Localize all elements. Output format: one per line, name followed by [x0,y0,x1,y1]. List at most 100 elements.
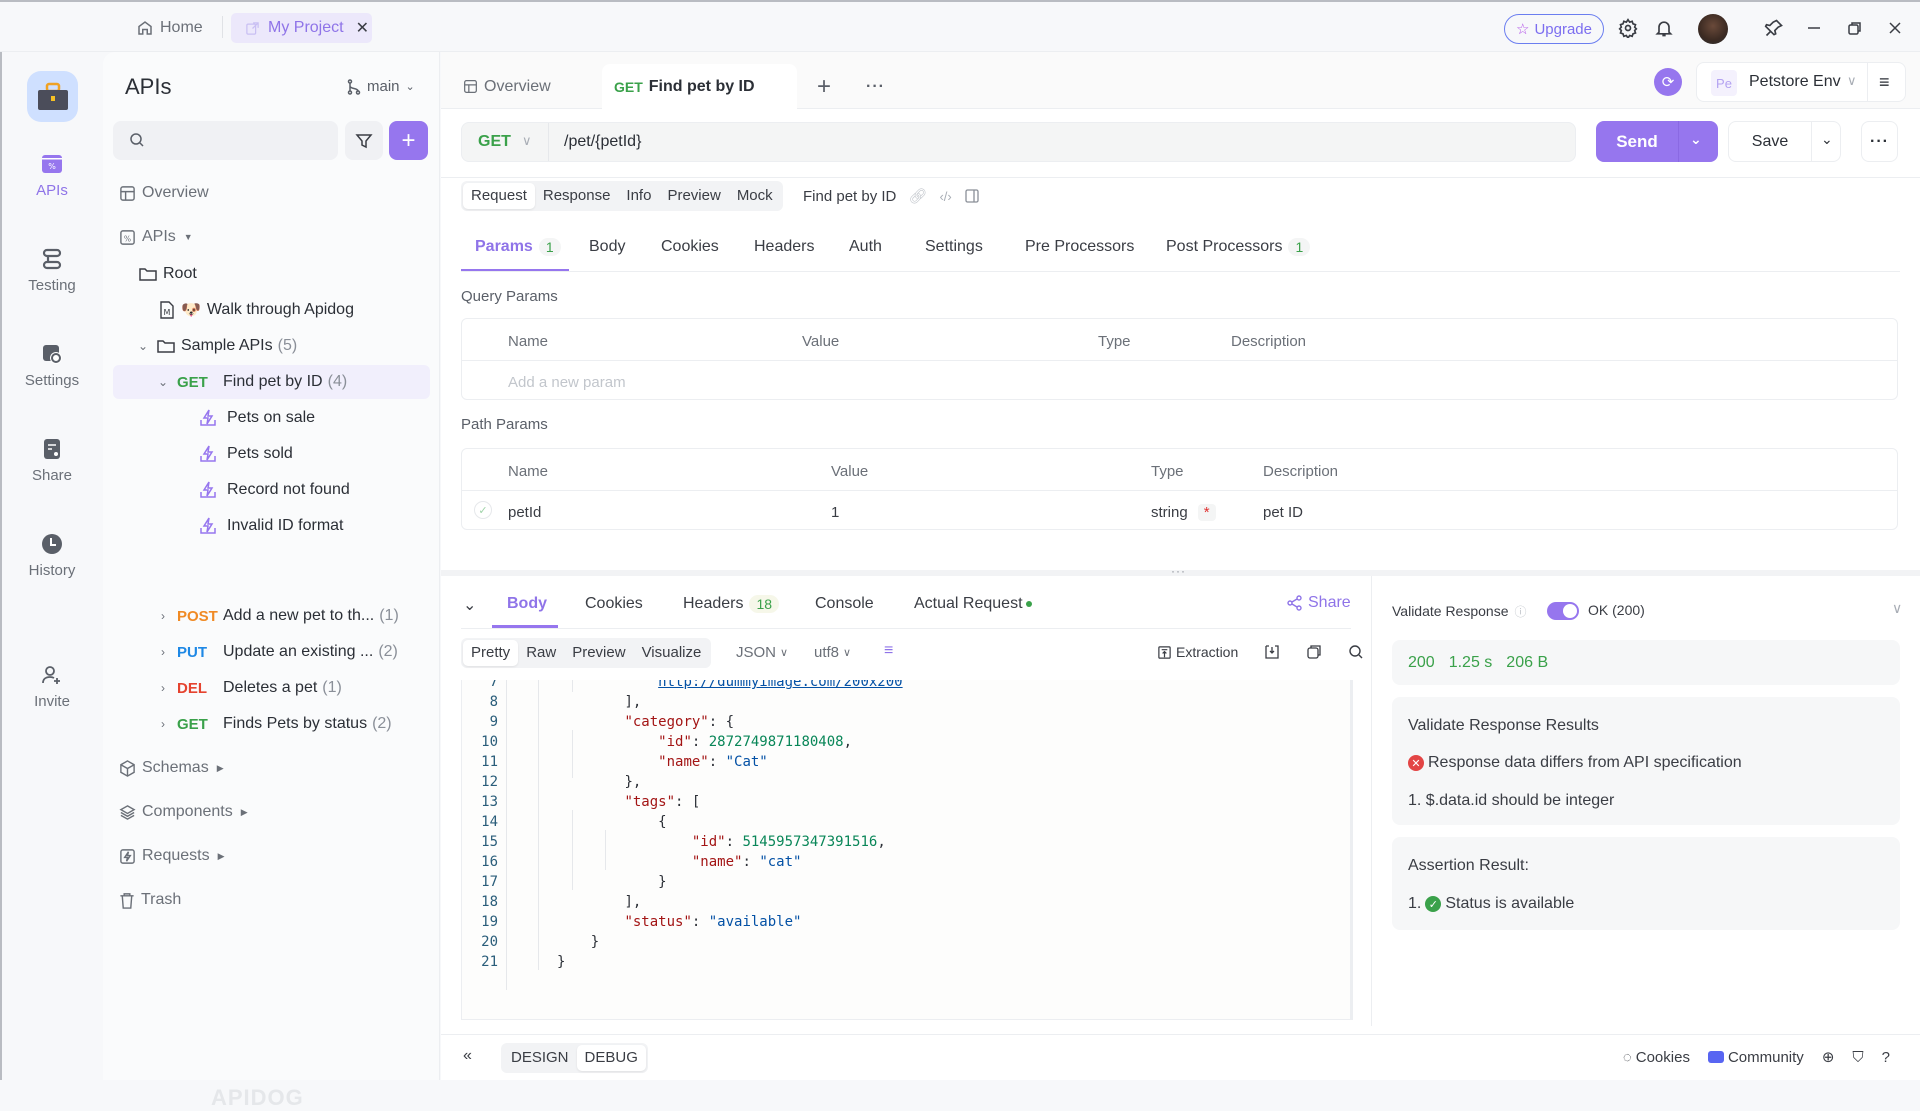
rail-item-history[interactable]: History [2,532,102,579]
shirt-icon[interactable]: ⛉ [1852,1049,1863,1066]
rail-item-testing[interactable]: Testing [2,247,102,294]
format-select[interactable]: JSON ∨ [736,644,788,661]
project-tab[interactable]: My Project ✕ [231,13,372,43]
close-window-icon[interactable] [1883,16,1907,40]
home-tab[interactable]: Home [136,16,203,40]
view-visualize[interactable]: Visualize [634,640,710,666]
chevron-right-icon[interactable]: › [155,681,171,695]
help-icon[interactable]: ⓘ [1514,603,1526,620]
resp-tab-body[interactable]: Body [507,595,547,613]
upgrade-button[interactable]: ☆ Upgrade [1504,14,1604,44]
rail-item-invite[interactable]: Invite [2,663,102,710]
tree-item-case[interactable]: Record not found [199,473,350,507]
add-button[interactable]: + [389,121,428,160]
code-scrollbar[interactable] [1351,680,1353,1020]
tab-pre-processors[interactable]: Pre Processors [1025,238,1134,256]
chevron-right-icon[interactable]: › [155,645,171,659]
tab-overview[interactable]: Overview [463,64,551,109]
copy-icon[interactable] [1306,644,1322,660]
send-button[interactable]: Send ⌄ [1596,121,1718,162]
resp-tab-console[interactable]: Console [815,595,874,613]
save-options-chevron-icon[interactable]: ⌄ [1821,131,1833,148]
tree-item-schemas[interactable]: Schemas ▶ [119,751,224,785]
tree-item-sample-apis[interactable]: ⌄ Sample APIs (5) [135,329,297,363]
cookies-button[interactable]: ◌ Cookies [1623,1049,1690,1066]
view-raw[interactable]: Raw [518,640,564,666]
tree-item-case[interactable]: Pets sold [199,437,293,471]
user-avatar[interactable] [1698,14,1728,44]
tree-item-components[interactable]: Components ▶ [119,795,248,829]
add-param-input[interactable]: Add a new param [508,374,626,391]
rail-item-settings[interactable]: Settings [2,342,102,389]
collapse-sidebar-icon[interactable]: « [463,1047,472,1065]
sync-button[interactable]: ⟳ [1654,68,1682,96]
gear-icon[interactable] [1616,16,1640,40]
filter-button[interactable] [345,121,383,160]
panel-toggle-icon[interactable] [964,188,980,204]
chevron-down-icon[interactable]: ⌄ [135,339,151,353]
rail-item-apis[interactable]: % APIs [2,152,102,199]
chevron-right-icon[interactable]: › [155,609,171,623]
more-options-button[interactable]: ··· [1861,121,1898,162]
validate-status[interactable]: OK (200) [1588,602,1645,618]
community-button[interactable]: Community [1707,1049,1804,1066]
resp-tab-actual-request[interactable]: Actual Request [914,595,1032,613]
chevron-down-icon[interactable]: ∨ [1892,600,1902,617]
code-link[interactable]: http://dummyimage.com/200x200 [658,680,902,690]
chevron-down-icon[interactable]: ∨ [522,133,532,149]
tree-item-case[interactable]: Pets on sale [199,401,315,435]
environment-selector[interactable]: Pe Petstore Env ∨ ≡ [1696,62,1906,102]
chevron-right-icon[interactable]: › [155,717,171,731]
upload-icon[interactable]: ⊕ [1822,1048,1835,1066]
bell-icon[interactable] [1652,16,1676,40]
tree-search-input[interactable] [113,121,338,160]
tree-item-requests[interactable]: Requests ▶ [119,839,225,873]
response-body-code[interactable]: 7 http://dummyimage.com/200x200 8 ], 9 "ca… [461,680,1351,1020]
debug-mode[interactable]: DEBUG [576,1045,646,1071]
tree-item-endpoint[interactable]: › PUT Update an existing ... (2) [155,635,398,669]
code-icon[interactable]: ‹/› [939,189,951,204]
rail-item-share[interactable]: Share [2,437,102,484]
tree-item-endpoint[interactable]: › DEL Deletes a pet (1) [155,671,342,705]
tab-find-pet-by-id[interactable]: GET Find pet by ID [602,64,797,109]
send-options-chevron-icon[interactable]: ⌄ [1690,131,1702,148]
tab-auth[interactable]: Auth [849,238,882,256]
link-icon[interactable]: 🔗︎ [908,187,927,205]
mode-info[interactable]: Info [618,183,659,209]
branch-selector[interactable]: main ⌄ [347,78,415,95]
tree-item-endpoint[interactable]: ⌄ GET Find pet by ID (4) [113,365,430,399]
drag-handle-icon[interactable]: ··· [1171,564,1186,578]
resp-tab-headers[interactable]: Headers 18 [683,595,780,613]
param-type[interactable]: string * [1151,504,1216,521]
search-icon[interactable] [1348,644,1364,660]
restore-icon[interactable] [1843,16,1867,40]
pin-icon[interactable] [1762,16,1786,40]
mode-preview[interactable]: Preview [659,183,728,209]
tree-item-root[interactable]: Root [139,257,197,291]
wrap-lines-icon[interactable]: ≡ [884,642,893,660]
url-input[interactable]: /pet/{petId} [564,133,641,151]
tree-item-endpoint[interactable]: › GET Finds Pets by status (2) [155,707,392,741]
method-select[interactable]: GET [478,133,511,151]
mode-mock[interactable]: Mock [729,183,781,209]
param-description[interactable]: pet ID [1263,504,1303,521]
tab-cookies[interactable]: Cookies [661,238,719,256]
save-button[interactable]: Save ⌄ [1728,121,1841,162]
tree-item-apis[interactable]: % APIs ▼ [119,220,193,254]
mode-response[interactable]: Response [535,183,619,209]
view-pretty[interactable]: Pretty [463,640,519,666]
mode-request[interactable]: Request [463,183,535,209]
extraction-button[interactable]: Extraction [1157,644,1238,660]
new-tab-button[interactable]: + [817,64,831,109]
tab-settings[interactable]: Settings [925,238,983,256]
tree-item-case[interactable]: Invalid ID format [199,509,343,543]
more-tabs-button[interactable]: ··· [866,64,885,109]
help-icon[interactable]: ? [1882,1049,1890,1066]
validate-toggle[interactable] [1546,602,1579,620]
hamburger-menu-icon[interactable]: ≡ [1879,72,1890,93]
tree-item-overview[interactable]: Overview [119,176,209,210]
tab-params[interactable]: Params 1 [475,238,561,256]
tree-item-trash[interactable]: Trash [119,883,181,917]
enable-checkbox[interactable]: ✓ [474,501,492,519]
param-name[interactable]: petId [508,504,541,521]
